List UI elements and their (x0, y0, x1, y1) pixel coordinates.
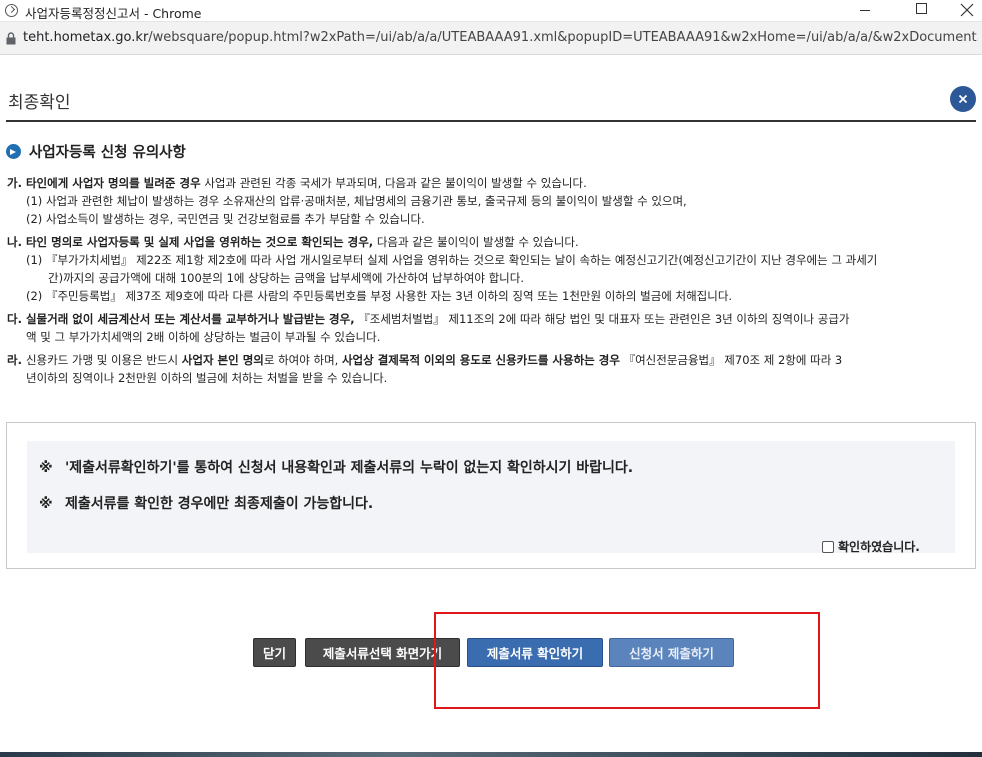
notice-da-prefix: 다. (7, 312, 26, 326)
notice-ra-bold1: 사업자 본인 명의 (181, 353, 264, 367)
notice-da-line2: 액 및 그 부가가치세액의 2배 이하에 상당하는 벌금이 부과될 수 있습니다… (26, 330, 381, 344)
notice-ra-text2: 로 하여야 하며, (263, 353, 342, 367)
minimize-icon[interactable] (842, 0, 888, 22)
notice-ga-item1: (1) 사업과 관련한 체납이 발생하는 경우 소유재산의 압류·공매처분, 체… (26, 194, 687, 208)
window-titlebar: 사업자등록정정신고서 - Chrome (0, 0, 982, 22)
window-title: 사업자등록정정신고서 - Chrome (25, 6, 202, 21)
arrow-bullet-icon (6, 144, 21, 159)
notice-na-item2: (2) 『주민등록법』 제37조 제9호에 따라 다른 사람의 주민등록번호를 … (26, 289, 733, 303)
highlight-frame (434, 612, 820, 709)
desktop-strip (0, 752, 982, 757)
notice-na-bold: 타인 명의로 사업자등록 및 실제 사업을 영위하는 것으로 확인되는 경우, (25, 235, 374, 249)
notice-ra-line2: 년이하의 징역이나 2천만원 이하의 벌금에 처하는 처벌을 받을 수 있습니다… (26, 371, 388, 385)
notice-na-item1: (1) 『부가가치세법』 제22조 제1항 제2호에 따라 사업 개시일로부터 … (26, 251, 974, 287)
url-host: teht.hometax.go.kr (23, 30, 149, 45)
notice-ga-item2: (2) 사업소득이 발생하는 경우, 국민연금 및 건강보험료를 추가 부담할 … (26, 212, 425, 226)
notice-ga: 가. 타인에게 사업자 명의를 빌려준 경우 사업과 관련된 각종 국세가 부과… (7, 174, 975, 192)
notice-na-text: 다음과 같은 불이익이 발생할 수 있습니다. (373, 235, 579, 249)
notice-ga-bold: 타인에게 사업자 명의를 빌려준 경우 (25, 176, 201, 190)
address-bar[interactable]: teht.hometax.go.kr/websquare/popup.html?… (0, 22, 982, 55)
notice-ra: 라. 신용카드 가맹 및 이용은 반드시 사업자 본인 명의로 하여야 하며, … (7, 351, 975, 369)
reference-mark: ※ (39, 460, 53, 476)
url-path: /websquare/popup.html?w2xPath=/ui/ab/a/a… (148, 30, 978, 45)
close-button[interactable]: 닫기 (253, 638, 296, 667)
url-text[interactable]: teht.hometax.go.kr/websquare/popup.html?… (23, 30, 978, 45)
notice-ra-text1: 신용카드 가맹 및 이용은 반드시 (25, 353, 182, 367)
reference-mark: ※ (39, 496, 53, 512)
notice-da: 다. 실물거래 없이 세금계산서 또는 계산서를 교부하거나 발급받는 경우, … (7, 310, 975, 328)
confirm-line-2: ※ 제출서류를 확인한 경우에만 최종제출이 가능합니다. (39, 493, 373, 513)
notice-na: 나. 타인 명의로 사업자등록 및 실제 사업을 영위하는 것으로 확인되는 경… (7, 233, 975, 251)
page-title: 최종확인 (8, 93, 71, 113)
confirm-checkbox-group[interactable]: 확인하였습니다. (822, 536, 920, 554)
section-title: 사업자등록 신청 유의사항 (29, 145, 186, 161)
maximize-icon[interactable] (897, 0, 943, 22)
window-close-icon[interactable] (943, 0, 982, 22)
notice-na-item1-line2: 간)까지의 공급가액에 대해 100분의 1에 상당하는 금액을 납부세액에 가… (48, 271, 524, 285)
notice-ra-prefix: 라. (7, 353, 26, 367)
popup-close-button[interactable] (950, 86, 976, 112)
notice-na-prefix: 나. (7, 235, 26, 249)
close-icon (958, 94, 968, 104)
notice-ga-prefix: 가. (7, 176, 26, 190)
notice-na-item1-line1: (1) 『부가가치세법』 제22조 제1항 제2호에 따라 사업 개시일로부터 … (26, 253, 878, 267)
confirm-line-1-text: '제출서류확인하기'를 통하여 신청서 내용확인과 제출서류의 누락이 없는지 … (65, 460, 634, 476)
confirm-line-1: ※ '제출서류확인하기'를 통하여 신청서 내용확인과 제출서류의 누락이 없는지… (39, 457, 633, 477)
notice-ga-text: 사업과 관련된 각종 국세가 부과되며, 다음과 같은 불이익이 발생할 수 있… (200, 176, 587, 190)
notice-ra-bold2: 사업상 결제목적 이외의 용도로 신용카드를 사용하는 경우 (341, 353, 620, 367)
confirm-box: ※ '제출서류확인하기'를 통하여 신청서 내용확인과 제출서류의 누락이 없는지… (6, 422, 976, 569)
popup-window-icon (5, 4, 18, 17)
notice-da-bold: 실물거래 없이 세금계산서 또는 계산서를 교부하거나 발급받는 경우, (25, 312, 355, 326)
notice-da-text: 『조세범처벌법』 제11조의 2에 따라 해당 법인 및 대표자 또는 관련인은… (354, 312, 850, 326)
confirm-checkbox[interactable] (822, 540, 834, 553)
notice-ra-text3: 『여신전문금융법』 제70조 제 2항에 따라 3 (619, 353, 843, 367)
header-divider (6, 120, 976, 122)
confirm-line-2-text: 제출서류를 확인한 경우에만 최종제출이 가능합니다. (65, 496, 374, 512)
confirm-notice-panel: ※ '제출서류확인하기'를 통하여 신청서 내용확인과 제출서류의 누락이 없는지… (27, 441, 955, 554)
confirm-checkbox-label[interactable]: 확인하였습니다. (838, 540, 920, 554)
lock-icon[interactable] (6, 32, 16, 45)
